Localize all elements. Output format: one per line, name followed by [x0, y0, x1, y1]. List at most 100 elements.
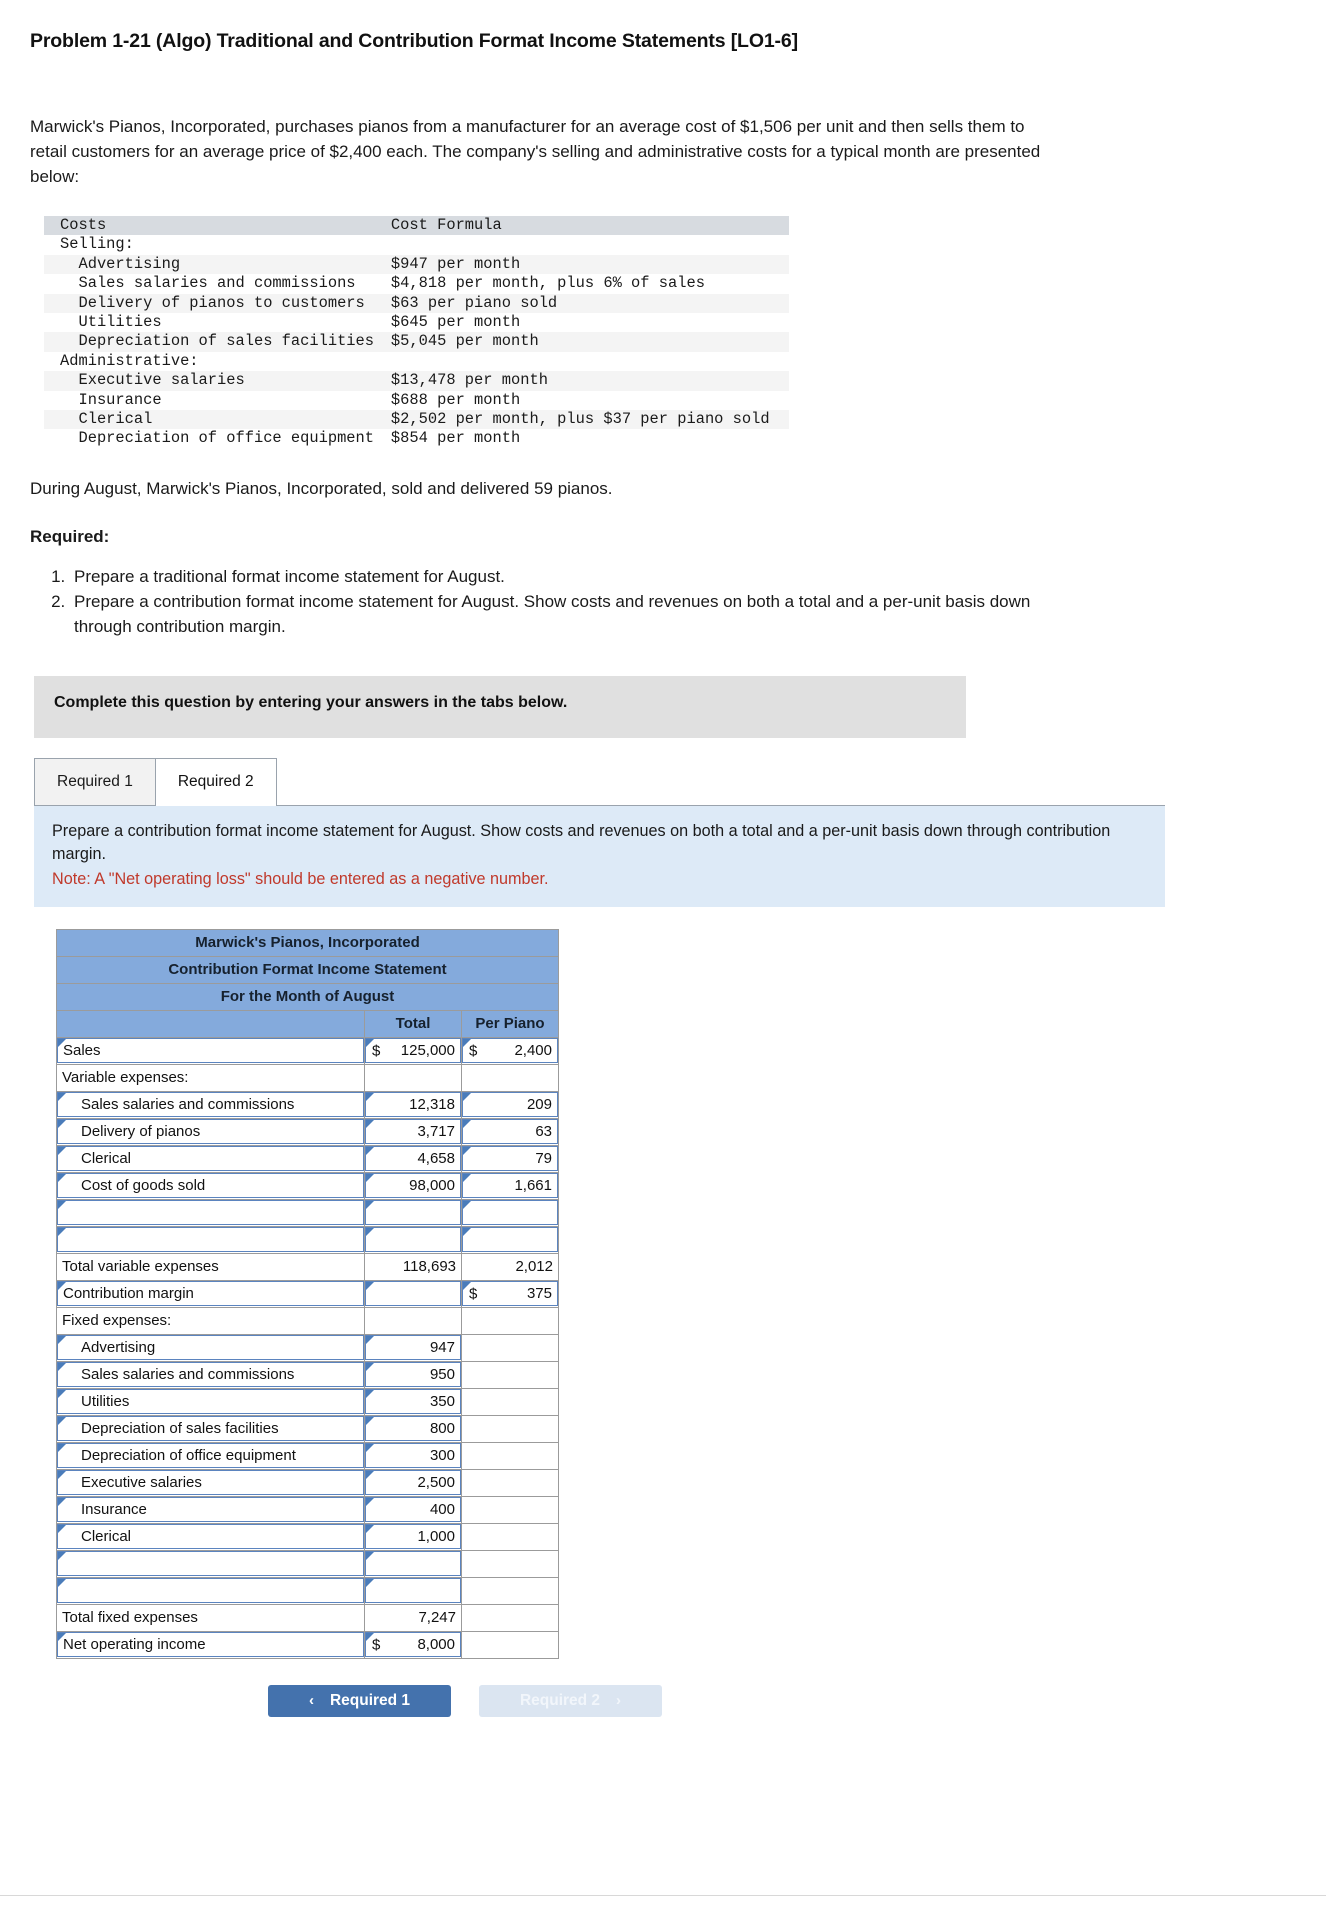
sheet-row-label-cell: Total fixed expenses [56, 1603, 365, 1632]
negative-number-note: Note: A "Net operating loss" should be e… [52, 869, 549, 888]
per-piano-amount-cell[interactable]: 209 [461, 1090, 559, 1119]
sheet-row [56, 1225, 559, 1254]
total-value: 947 [429, 1339, 455, 1357]
cost-name-cell: Advertising [60, 254, 181, 273]
total-value: 350 [429, 1393, 455, 1411]
sheet-row: Variable expenses: [56, 1063, 559, 1092]
total-amount-cell[interactable] [364, 1576, 462, 1605]
cost-name-cell: Clerical [60, 410, 153, 429]
total-amount-cell[interactable] [364, 1549, 462, 1578]
per-piano-amount-cell[interactable]: 63 [461, 1117, 559, 1146]
answer-sheet-wrapper: Marwick's Pianos, Incorporated Contributi… [56, 928, 1298, 1659]
sheet-row: Sales $125,000 $2,400 [56, 1036, 559, 1065]
cost-table-row: Advertising $947 per month [44, 254, 789, 275]
sheet-row-label-cell[interactable]: Sales [56, 1036, 365, 1065]
requirement-tabs: Required 1 Required 2 [34, 757, 1165, 806]
total-value: 8,000 [417, 1636, 455, 1654]
next-required-button[interactable]: Required 2 › [479, 1684, 662, 1717]
per-piano-amount-cell[interactable] [461, 1198, 559, 1227]
per-piano-value: 79 [535, 1150, 552, 1168]
total-amount-cell[interactable]: 350 [364, 1387, 462, 1416]
total-amount-cell[interactable]: $8,000 [364, 1630, 462, 1659]
total-amount-cell[interactable] [364, 1225, 462, 1254]
tab-instruction-box: Prepare a contribution format income sta… [34, 805, 1165, 907]
sheet-row-label-cell[interactable]: Sales salaries and commissions [56, 1360, 365, 1389]
total-amount-cell[interactable]: 1,000 [364, 1522, 462, 1551]
tab-label: Required 1 [57, 772, 133, 790]
cost-table-header-cell: Costs [60, 215, 107, 234]
total-amount-cell[interactable]: 300 [364, 1441, 462, 1470]
per-piano-amount-cell[interactable]: 1,661 [461, 1171, 559, 1200]
sheet-row-label: Utilities [81, 1393, 130, 1411]
sheet-row-label-cell[interactable] [56, 1198, 365, 1227]
page-title: Problem 1-21 (Algo) Traditional and Cont… [30, 30, 798, 52]
per-piano-amount-cell[interactable]: $2,400 [461, 1036, 559, 1065]
sheet-row: Insurance 400 [56, 1495, 559, 1524]
sheet-row-label-cell[interactable] [56, 1225, 365, 1254]
total-value: 3,717 [417, 1123, 455, 1141]
sheet-row-label: Variable expenses: [62, 1069, 189, 1087]
per-piano-amount-cell[interactable]: 79 [461, 1144, 559, 1173]
sheet-row: Net operating income $8,000 [56, 1630, 559, 1659]
sheet-row-label: Depreciation of sales facilities [81, 1420, 279, 1438]
sheet-row-label-cell[interactable]: Advertising [56, 1333, 365, 1362]
chevron-right-icon: › [616, 1692, 622, 1710]
total-amount-cell [364, 1306, 462, 1335]
total-amount-cell[interactable]: 2,500 [364, 1468, 462, 1497]
next-button-label: Required 2 [519, 1691, 601, 1709]
requirement-item: Prepare a contribution format income sta… [70, 590, 1068, 639]
total-amount-cell[interactable]: 947 [364, 1333, 462, 1362]
total-amount-cell[interactable]: 400 [364, 1495, 462, 1524]
sheet-row-label-cell[interactable]: Contribution margin [56, 1279, 365, 1308]
sheet-row-label-cell: Fixed expenses: [56, 1306, 365, 1335]
tab-instruction-text: Prepare a contribution format income sta… [52, 821, 1111, 863]
sheet-row-label-cell[interactable]: Depreciation of sales facilities [56, 1414, 365, 1443]
sheet-row-label-cell[interactable]: Cost of goods sold [56, 1171, 365, 1200]
tab-required-2[interactable]: Required 2 [154, 757, 277, 806]
total-amount-cell[interactable]: 12,318 [364, 1090, 462, 1119]
total-value: 800 [429, 1420, 455, 1438]
sheet-row-label-cell[interactable] [56, 1549, 365, 1578]
during-august-text: During August, Marwick's Pianos, Incorpo… [30, 478, 613, 498]
total-amount-cell[interactable]: 800 [364, 1414, 462, 1443]
total-amount-cell[interactable] [364, 1279, 462, 1308]
cost-formula-cell: $13,478 per month [390, 371, 548, 390]
sheet-row-label: Delivery of pianos [81, 1123, 201, 1141]
total-amount-cell[interactable]: 4,658 [364, 1144, 462, 1173]
total-amount-cell[interactable]: 3,717 [364, 1117, 462, 1146]
sheet-row-label-cell[interactable]: Net operating income [56, 1630, 365, 1659]
total-amount-cell[interactable]: 98,000 [364, 1171, 462, 1200]
sheet-row-label-cell[interactable]: Depreciation of office equipment [56, 1441, 365, 1470]
tab-required-1[interactable]: Required 1 [34, 757, 156, 805]
prev-required-button[interactable]: ‹ Required 1 [268, 1684, 451, 1717]
sheet-row-label-cell[interactable]: Executive salaries [56, 1468, 365, 1497]
dollar-sign: $ [372, 1636, 381, 1654]
per-piano-amount-cell[interactable] [461, 1225, 559, 1254]
sheet-row: Utilities 350 [56, 1387, 559, 1416]
per-piano-value: 1,661 [514, 1177, 552, 1195]
sheet-row-label: Net operating income [63, 1636, 206, 1654]
total-value: 125,000 [400, 1042, 455, 1060]
per-piano-amount-cell[interactable]: $375 [461, 1279, 559, 1308]
sheet-row-label-cell[interactable]: Delivery of pianos [56, 1117, 365, 1146]
per-piano-value: 2,012 [515, 1258, 553, 1276]
per-piano-amount-cell [461, 1387, 559, 1416]
sheet-row-label-cell[interactable]: Clerical [56, 1522, 365, 1551]
cost-name-cell: Depreciation of sales facilities [60, 332, 375, 351]
sheet-row-label-cell[interactable]: Insurance [56, 1495, 365, 1524]
per-piano-amount-cell: 2,012 [461, 1252, 559, 1281]
sheet-row-label-cell[interactable]: Clerical [56, 1144, 365, 1173]
dollar-sign: $ [469, 1042, 478, 1060]
sheet-row-label-cell[interactable]: Utilities [56, 1387, 365, 1416]
per-piano-amount-cell [461, 1576, 559, 1605]
sheet-row-label: Clerical [81, 1528, 132, 1546]
total-amount-cell[interactable]: $125,000 [364, 1036, 462, 1065]
total-amount-cell[interactable]: 950 [364, 1360, 462, 1389]
sheet-row [56, 1576, 559, 1605]
cost-name-cell: Insurance [60, 390, 162, 409]
total-value: 950 [429, 1366, 455, 1384]
sheet-row-label: Sales salaries and commissions [81, 1096, 295, 1114]
sheet-row-label-cell[interactable]: Sales salaries and commissions [56, 1090, 365, 1119]
total-amount-cell[interactable] [364, 1198, 462, 1227]
sheet-row-label-cell[interactable] [56, 1576, 365, 1605]
